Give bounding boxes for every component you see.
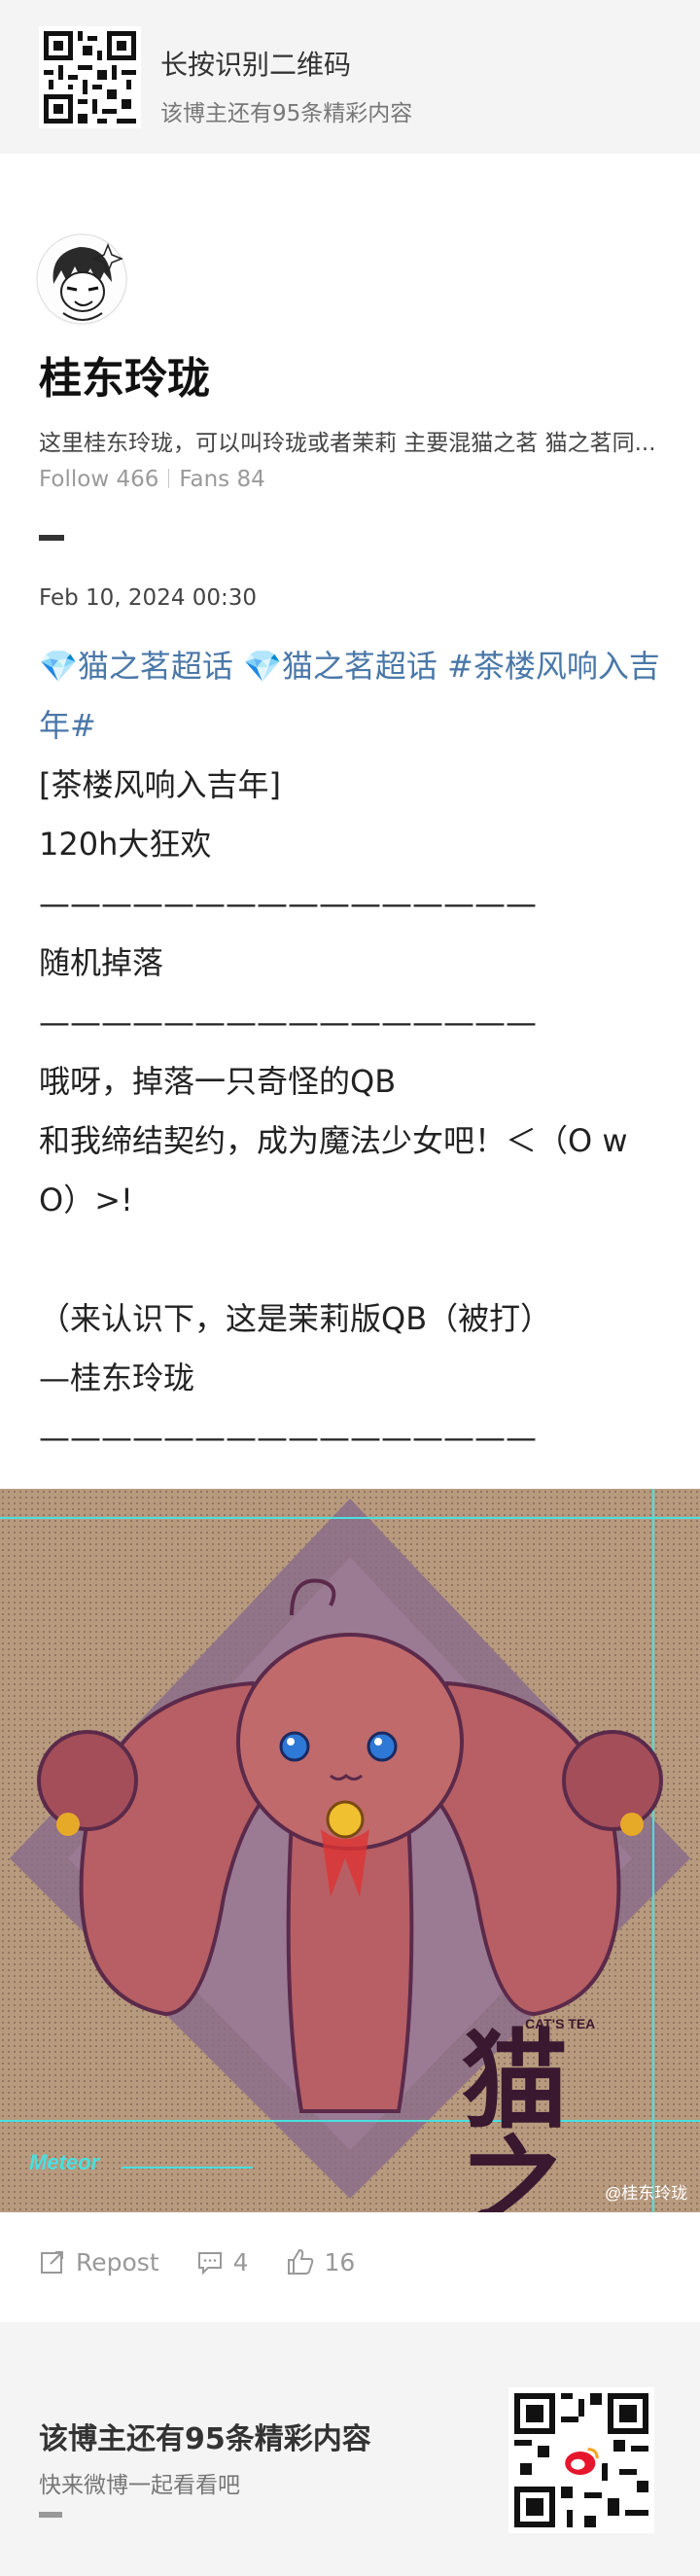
section-divider <box>39 535 64 541</box>
profile-bio: 这里桂东玲珑，可以叫玲珑或者茉莉 主要混猫之茗 猫之茗同... <box>39 431 656 456</box>
profile-name[interactable]: 桂东玲珑 <box>39 343 210 406</box>
banner-subtitle: 该博主还有95条精彩内容 <box>160 101 413 126</box>
like-count: 16 <box>324 2247 356 2276</box>
comment-icon <box>197 2252 222 2276</box>
image-logo-sub: CAT'S TEA <box>525 2016 595 2031</box>
post-text-line: 哦呀，掉落一只奇怪的QB <box>39 1063 397 1100</box>
post-text-line: ———————————————— <box>39 1419 537 1456</box>
post-text-line: 和我缔结契约，成为魔法少女吧！＜（O w <box>39 1122 628 1159</box>
post-text-line: 随机掉落 <box>39 944 164 981</box>
avatar[interactable] <box>36 233 128 326</box>
image-logo: 猫之茗 <box>443 2024 569 2212</box>
post-text-line: —桂东玲珑 <box>39 1359 195 1396</box>
comment-button[interactable]: 4 <box>196 2248 249 2276</box>
fans-count[interactable]: Fans 84 <box>179 467 264 492</box>
profile-stats: Follow 466 Fans 84 <box>39 467 265 492</box>
follow-count[interactable]: Follow 466 <box>39 467 158 492</box>
repost-icon <box>41 2251 63 2274</box>
banner-title: 长按识别二维码 <box>160 49 352 81</box>
footer-banner: 该博主还有95条精彩内容 快来微博一起看看吧 <box>0 2322 700 2576</box>
repost-label: Repost <box>76 2247 159 2276</box>
qr-code-large[interactable] <box>508 2387 654 2533</box>
post-text-line <box>39 1230 661 1289</box>
qr-code-small[interactable] <box>39 26 141 128</box>
post-topic-tags-cont[interactable]: 年# <box>39 696 661 756</box>
like-button[interactable]: 16 <box>286 2247 356 2276</box>
repost-button[interactable]: Repost <box>39 2248 159 2276</box>
stats-divider <box>168 469 170 488</box>
post-text-line: 120h大狂欢 <box>39 826 212 863</box>
post-text-line: [茶楼风响入吉年] <box>39 766 281 803</box>
footer-title: 该博主还有95条精彩内容 <box>39 2422 371 2456</box>
thumb-up-icon <box>287 2248 313 2275</box>
post-image[interactable]: 猫之茗 CAT'S TEA Meteor @桂东玲珑 <box>0 1489 700 2212</box>
post-text-line: ———————————————— <box>39 885 537 922</box>
top-banner: 长按识别二维码 该博主还有95条精彩内容 <box>0 0 700 154</box>
footer-divider <box>39 2512 62 2518</box>
post-topic-tags[interactable]: 💎猫之茗超话 💎猫之茗超话 #茶楼风响入吉 <box>39 637 661 696</box>
post-body: 💎猫之茗超话 💎猫之茗超话 #茶楼风响入吉 年# [茶楼风响入吉年] 120h大… <box>39 637 661 1467</box>
artist-signature: Meteor <box>29 2150 101 2174</box>
post-date: Feb 10, 2024 00:30 <box>39 585 258 611</box>
post-text-line: O）>! <box>39 1182 133 1218</box>
post-actions: Repost 4 16 <box>39 2247 392 2276</box>
post-text-line: （来认识下，这是茉莉版QB（被打） <box>39 1300 552 1337</box>
image-watermark: @桂东玲珑 <box>605 2184 687 2203</box>
post-text-line: ———————————————— <box>39 1004 537 1041</box>
footer-subtitle: 快来微博一起看看吧 <box>39 2473 240 2498</box>
comment-count: 4 <box>232 2247 249 2276</box>
